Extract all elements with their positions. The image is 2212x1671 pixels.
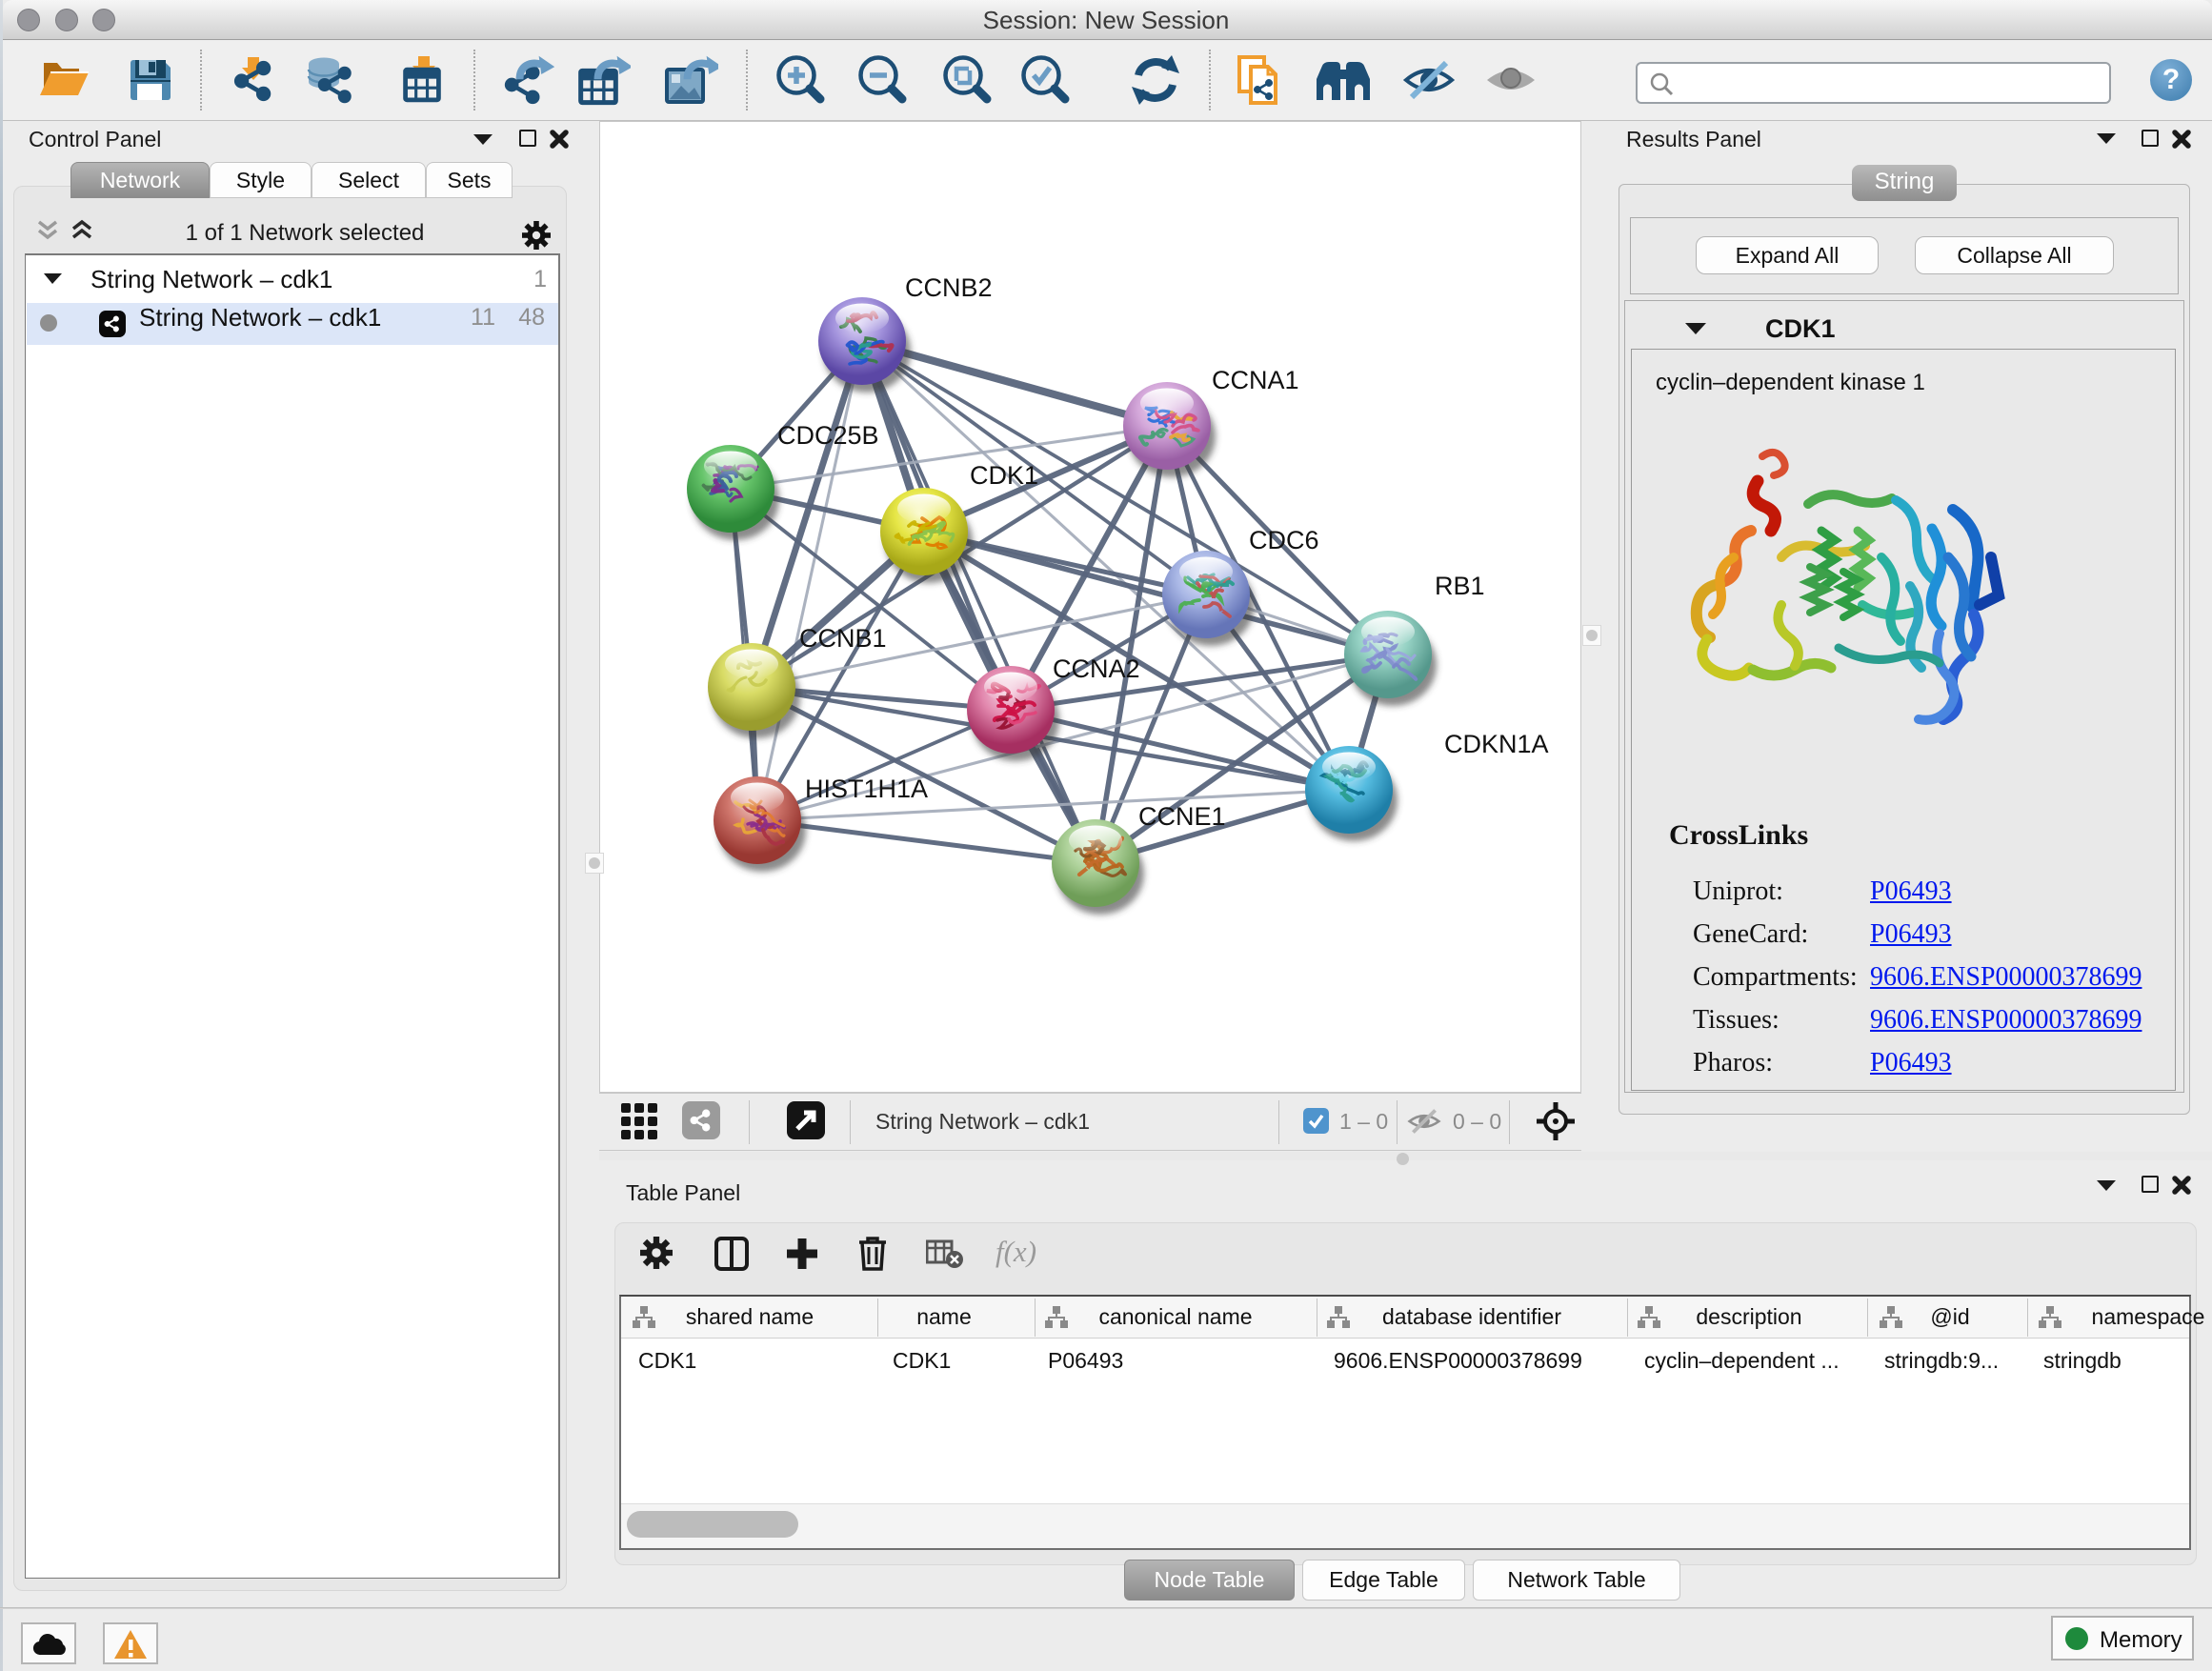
svg-text:CDC25B: CDC25B bbox=[777, 421, 879, 450]
svg-text:CCNE1: CCNE1 bbox=[1138, 802, 1226, 831]
svg-text:CDC6: CDC6 bbox=[1249, 526, 1319, 554]
svg-text:CCNB1: CCNB1 bbox=[799, 624, 887, 653]
svg-text:CCNA2: CCNA2 bbox=[1053, 654, 1140, 683]
svg-text:CCNB2: CCNB2 bbox=[905, 273, 993, 302]
svg-text:CDKN1A: CDKN1A bbox=[1444, 730, 1549, 758]
svg-text:RB1: RB1 bbox=[1435, 572, 1485, 600]
svg-text:CDK1: CDK1 bbox=[970, 461, 1038, 490]
svg-text:HIST1H1A: HIST1H1A bbox=[805, 775, 928, 803]
svg-text:CCNA1: CCNA1 bbox=[1212, 366, 1299, 394]
